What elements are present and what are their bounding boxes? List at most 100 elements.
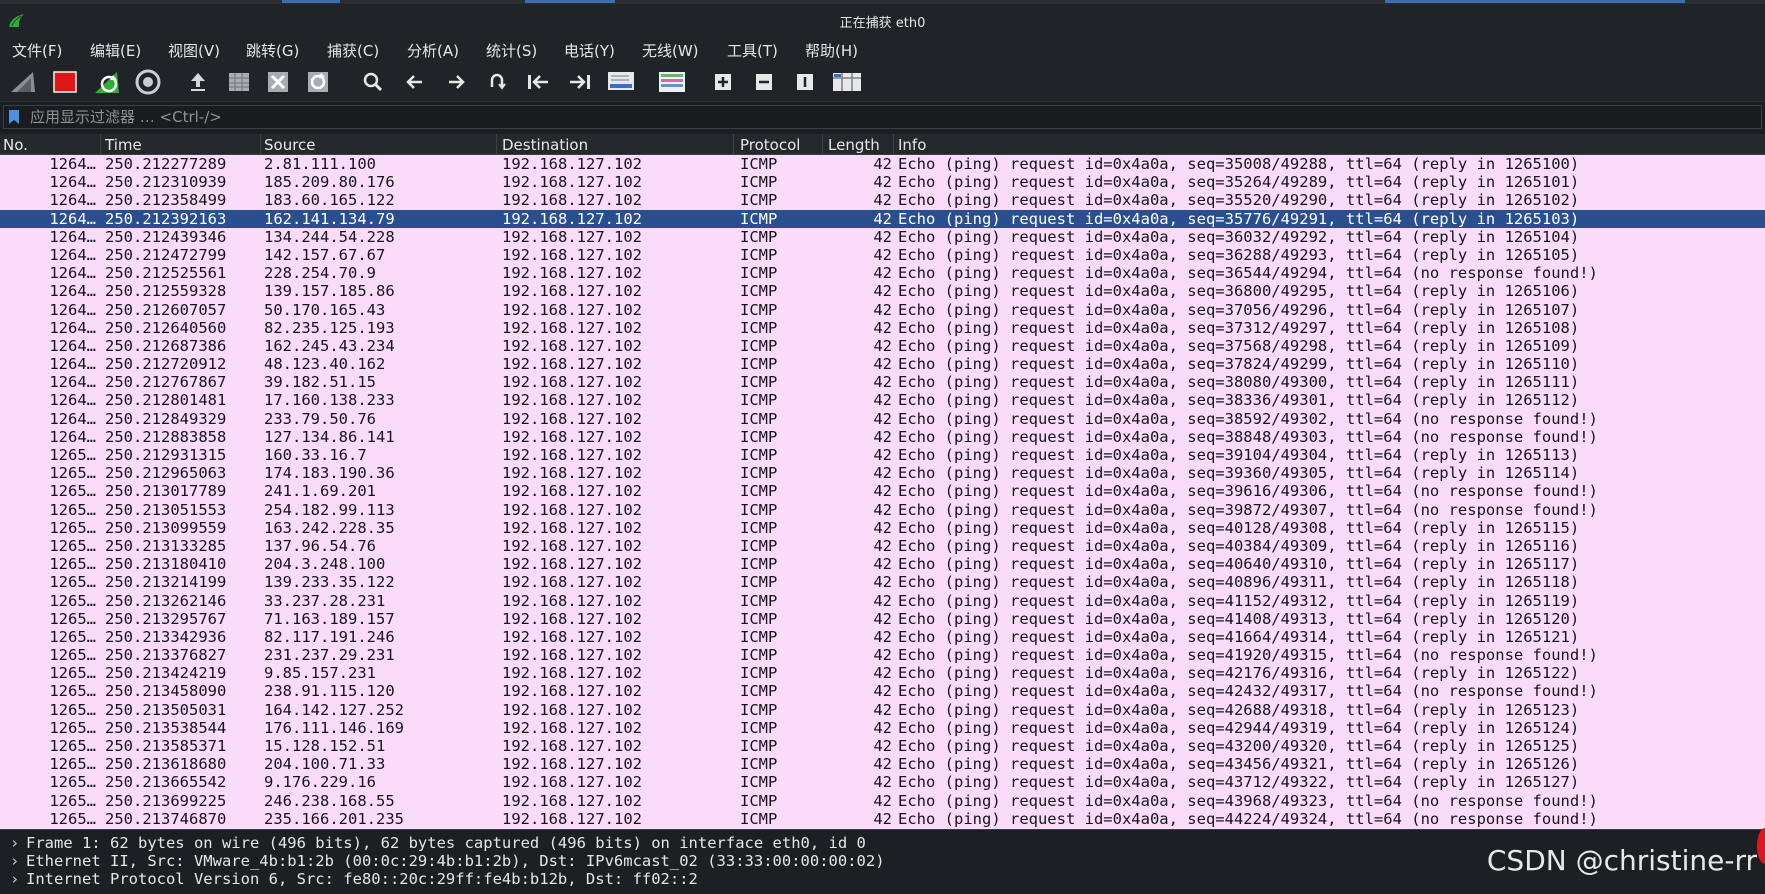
column-header-no[interactable]: No.	[3, 136, 28, 154]
table-row[interactable]: 1265… 250.213017789 241.1.69.201 192.168.12…	[0, 482, 1765, 500]
column-header-time[interactable]: Time	[105, 136, 142, 154]
table-row[interactable]: 1265… 250.213180410 204.3.248.100 192.168.1…	[0, 555, 1765, 573]
table-row[interactable]: 1265… 250.213585371 15.128.152.51 192.168.1…	[0, 737, 1765, 755]
go-forward-icon[interactable]	[441, 68, 471, 96]
go-back-icon[interactable]	[400, 68, 430, 96]
column-header-info[interactable]: Info	[898, 136, 926, 154]
table-row[interactable]: 1264… 250.212640560 82.235.125.193 192.168.…	[0, 319, 1765, 337]
table-row[interactable]: 1264… 250.212801481 17.160.138.233 192.168.…	[0, 391, 1765, 409]
table-row[interactable]: 1264… 250.212439346 134.244.54.228 192.168.…	[0, 228, 1765, 246]
open-file-icon[interactable]	[183, 68, 213, 96]
menu-analyze[interactable]: 分析(A)	[407, 40, 459, 61]
shark-fin-icon[interactable]	[8, 68, 38, 96]
table-row[interactable]: 1265… 250.212965063 174.183.190.36 192.168.…	[0, 464, 1765, 482]
table-row[interactable]: 1265… 250.213618680 204.100.71.33 192.168.1…	[0, 755, 1765, 773]
table-row[interactable]: 1265… 250.213133285 137.96.54.76 192.168.12…	[0, 537, 1765, 555]
table-row[interactable]: 1264… 250.212559328 139.157.185.86 192.168.…	[0, 282, 1765, 300]
display-filter-input[interactable]	[30, 107, 1750, 127]
column-header-destination[interactable]: Destination	[502, 136, 588, 154]
restart-capture-icon[interactable]	[92, 68, 122, 96]
detail-ipv6[interactable]: › Internet Protocol Version 6, Src: fe80:…	[10, 870, 698, 888]
save-file-icon[interactable]	[224, 68, 254, 96]
table-row[interactable]: 1264… 250.212607057 50.170.165.43 192.168.1…	[0, 301, 1765, 319]
table-row[interactable]: 1265… 250.213376827 231.237.29.231 192.168.…	[0, 646, 1765, 664]
cell-time: 250.212392163	[105, 209, 227, 228]
expand-arrow-icon[interactable]: ›	[10, 834, 26, 852]
menu-telephony[interactable]: 电话(Y)	[564, 40, 615, 61]
packet-list[interactable]: No. Time Source Destination Protocol Len…	[0, 134, 1765, 829]
colorize-icon[interactable]	[657, 68, 687, 96]
go-to-packet-icon[interactable]	[482, 68, 512, 96]
cell-no: 1264…	[49, 373, 96, 392]
column-divider[interactable]	[893, 134, 894, 154]
cell-info: Echo (ping) request id=0x4a0a, seq=35776…	[898, 209, 1580, 228]
column-header-length[interactable]: Length	[828, 136, 880, 154]
column-divider[interactable]	[260, 134, 261, 154]
detail-ethernet[interactable]: › Ethernet II, Src: VMware_4b:b1:2b (00:0…	[10, 852, 885, 870]
bookmark-icon[interactable]	[8, 109, 20, 125]
column-header-protocol[interactable]: Protocol	[740, 136, 800, 154]
table-row[interactable]: 1265… 250.213051553 254.182.99.113 192.168.…	[0, 501, 1765, 519]
menu-wireless[interactable]: 无线(W)	[642, 40, 699, 61]
stop-capture-icon[interactable]	[50, 68, 80, 96]
normal-size-icon[interactable]	[790, 68, 820, 96]
table-row[interactable]: 1264… 250.212358499 183.60.165.122 192.168.…	[0, 191, 1765, 209]
detail-frame[interactable]: › Frame 1: 62 bytes on wire (496 bits), 6…	[10, 834, 866, 852]
go-first-icon[interactable]	[523, 68, 553, 96]
cell-destination: 192.168.127.102	[502, 500, 642, 519]
table-row[interactable]: 1265… 250.213699225 246.238.168.55 192.168.…	[0, 792, 1765, 810]
cell-source: 162.245.43.234	[264, 336, 395, 355]
column-divider[interactable]	[733, 134, 734, 154]
table-row[interactable]: 1265… 250.213295767 71.163.189.157 192.168.…	[0, 610, 1765, 628]
menu-edit[interactable]: 编辑(E)	[90, 40, 141, 61]
table-row[interactable]: 1265… 250.213262146 33.237.28.231 192.168.1…	[0, 592, 1765, 610]
cell-protocol: ICMP	[740, 173, 778, 192]
table-row[interactable]: 1264… 250.212472799 142.157.67.67 192.168.1…	[0, 246, 1765, 264]
table-row[interactable]: 1264… 250.212767867 39.182.51.15 192.168.12…	[0, 373, 1765, 391]
cell-time: 250.212687386	[105, 336, 227, 355]
resize-columns-icon[interactable]	[832, 68, 862, 96]
table-row[interactable]: 1265… 250.213099559 163.242.228.35 192.168.…	[0, 519, 1765, 537]
menu-capture[interactable]: 捕获(C)	[327, 40, 379, 61]
table-row[interactable]: 1264… 250.212525561 228.254.70.9 192.168.12…	[0, 264, 1765, 282]
column-divider[interactable]	[822, 134, 823, 154]
table-row[interactable]: 1264… 250.212310939 185.209.80.176 192.168.…	[0, 173, 1765, 191]
menu-statistics[interactable]: 统计(S)	[486, 40, 537, 61]
table-row[interactable]: 1264… 250.212883858 127.134.86.141 192.168.…	[0, 428, 1765, 446]
column-divider[interactable]	[496, 134, 497, 154]
table-row[interactable]: 1264… 250.212277289 2.81.111.100 192.168.12…	[0, 155, 1765, 173]
go-last-icon[interactable]	[565, 68, 595, 96]
zoom-out-icon[interactable]	[749, 68, 779, 96]
table-row[interactable]: 1265… 250.212931315 160.33.16.7 192.168.127…	[0, 446, 1765, 464]
table-row[interactable]: 1265… 250.213746870 235.166.201.235 192.168…	[0, 810, 1765, 828]
table-row[interactable]: 1265… 250.213214199 139.233.35.122 192.168.…	[0, 573, 1765, 591]
column-header-source[interactable]: Source	[264, 136, 316, 154]
expand-arrow-icon[interactable]: ›	[10, 870, 26, 888]
capture-options-icon[interactable]	[133, 68, 163, 96]
table-row[interactable]: 1265… 250.213424219 9.85.157.231 192.168.12…	[0, 664, 1765, 682]
expand-arrow-icon[interactable]: ›	[10, 852, 26, 870]
table-row[interactable]: 1265… 250.213458090 238.91.115.120 192.168.…	[0, 682, 1765, 700]
table-row[interactable]: 1265… 250.213342936 82.117.191.246 192.168.…	[0, 628, 1765, 646]
cell-destination: 192.168.127.102	[502, 700, 642, 719]
menu-help[interactable]: 帮助(H)	[805, 40, 858, 61]
reload-file-icon[interactable]	[303, 68, 333, 96]
table-row[interactable]: 1265… 250.213538544 176.111.146.169 192.168…	[0, 719, 1765, 737]
table-row[interactable]: 1264… 250.212720912 48.123.40.162 192.168.1…	[0, 355, 1765, 373]
table-row[interactable]: 1264… 250.212849329 233.79.50.76 192.168.12…	[0, 410, 1765, 428]
table-row[interactable]: 1265… 250.213665542 9.176.229.16 192.168.12…	[0, 773, 1765, 791]
cell-protocol: ICMP	[740, 373, 778, 392]
cell-source: 48.123.40.162	[264, 355, 386, 374]
menu-go[interactable]: 跳转(G)	[246, 40, 299, 61]
menu-tools[interactable]: 工具(T)	[727, 40, 778, 61]
table-row[interactable]: 1264… 250.212687386 162.245.43.234 192.168.…	[0, 337, 1765, 355]
find-packet-icon[interactable]	[358, 68, 388, 96]
column-divider[interactable]	[100, 134, 101, 154]
zoom-in-icon[interactable]	[708, 68, 738, 96]
menu-file[interactable]: 文件(F)	[12, 40, 62, 61]
table-row[interactable]: 1265… 250.213505031 164.142.127.252 192.168…	[0, 701, 1765, 719]
menu-view[interactable]: 视图(V)	[168, 40, 220, 61]
autoscroll-icon[interactable]	[606, 68, 636, 96]
table-row[interactable]: 1264… 250.212392163 162.141.134.79 192.168.…	[0, 209, 1765, 228]
close-file-icon[interactable]	[263, 68, 293, 96]
